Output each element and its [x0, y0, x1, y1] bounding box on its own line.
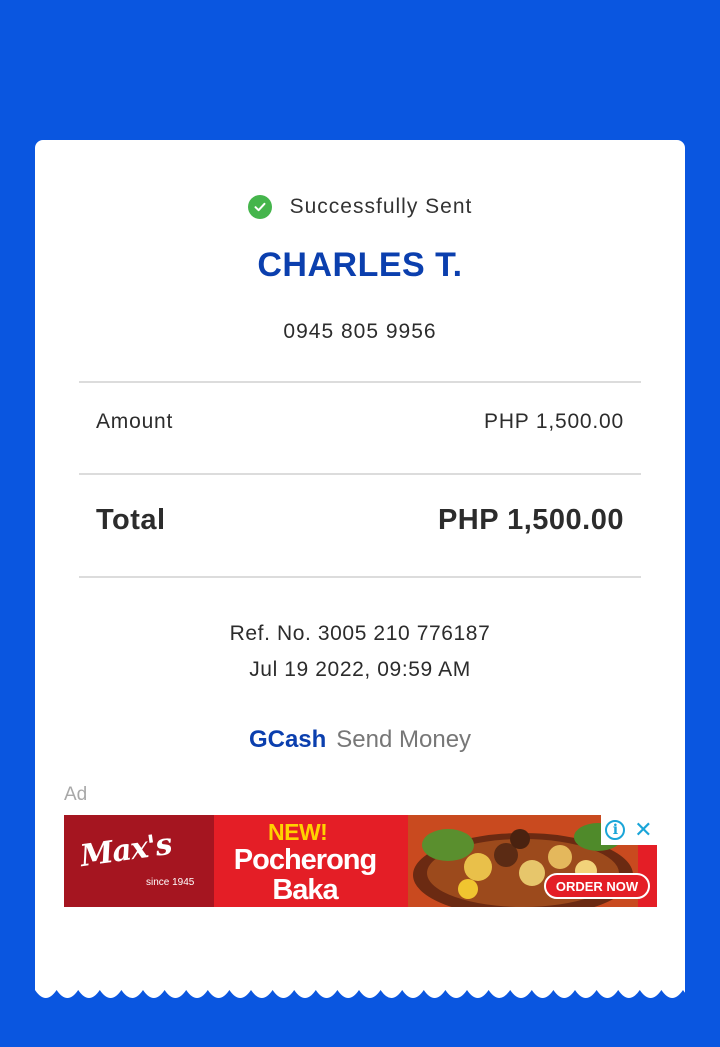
recipient-number: 0945 805 9956: [283, 320, 437, 343]
divider: [79, 381, 641, 383]
ad-banner[interactable]: Max's since 1945 NEW! Pocherong Baka ORD…: [64, 815, 657, 907]
status-text: Successfully Sent: [289, 195, 473, 218]
ad-since-text: since 1945: [146, 877, 195, 888]
amount-value: PHP 1,500.00: [484, 410, 624, 433]
receipt-zigzag-edge: [35, 988, 685, 998]
ad-product-name: Pocherong Baka: [233, 844, 377, 906]
ad-brand-logo: Max's: [78, 826, 174, 875]
divider: [79, 473, 641, 475]
gcash-logo: GCash: [248, 726, 327, 753]
reference-block: Ref. No. 3005 210 776187 Jul 19 2022, 09…: [35, 616, 685, 688]
ad-label: Ad: [64, 784, 88, 805]
recipient-name: CHARLES T.: [257, 246, 463, 284]
brand-footer: GCash Send Money: [35, 726, 685, 754]
ad-tagline: NEW!: [268, 819, 328, 845]
receipt-card: Successfully Sent CHARLES T. 0945 805 99…: [35, 140, 685, 990]
status-row: Successfully Sent: [35, 195, 685, 219]
ad-brand-panel: Max's since 1945: [64, 815, 214, 907]
transaction-datetime: Jul 19 2022, 09:59 AM: [249, 658, 471, 681]
ad-order-now-button[interactable]: ORDER NOW: [544, 873, 650, 899]
reference-number: Ref. No. 3005 210 776187: [229, 622, 491, 645]
amount-label: Amount: [96, 410, 174, 433]
total-row: Total PHP 1,500.00: [96, 504, 624, 537]
divider: [79, 576, 641, 578]
info-icon[interactable]: i: [605, 820, 626, 840]
service-name: Send Money: [336, 726, 472, 753]
total-label: Total: [96, 504, 166, 536]
ad-controls: i ✕: [601, 815, 657, 845]
amount-row: Amount PHP 1,500.00: [96, 410, 624, 434]
close-icon[interactable]: ✕: [634, 819, 652, 841]
check-circle-icon: [247, 195, 272, 219]
total-value: PHP 1,500.00: [437, 504, 624, 536]
